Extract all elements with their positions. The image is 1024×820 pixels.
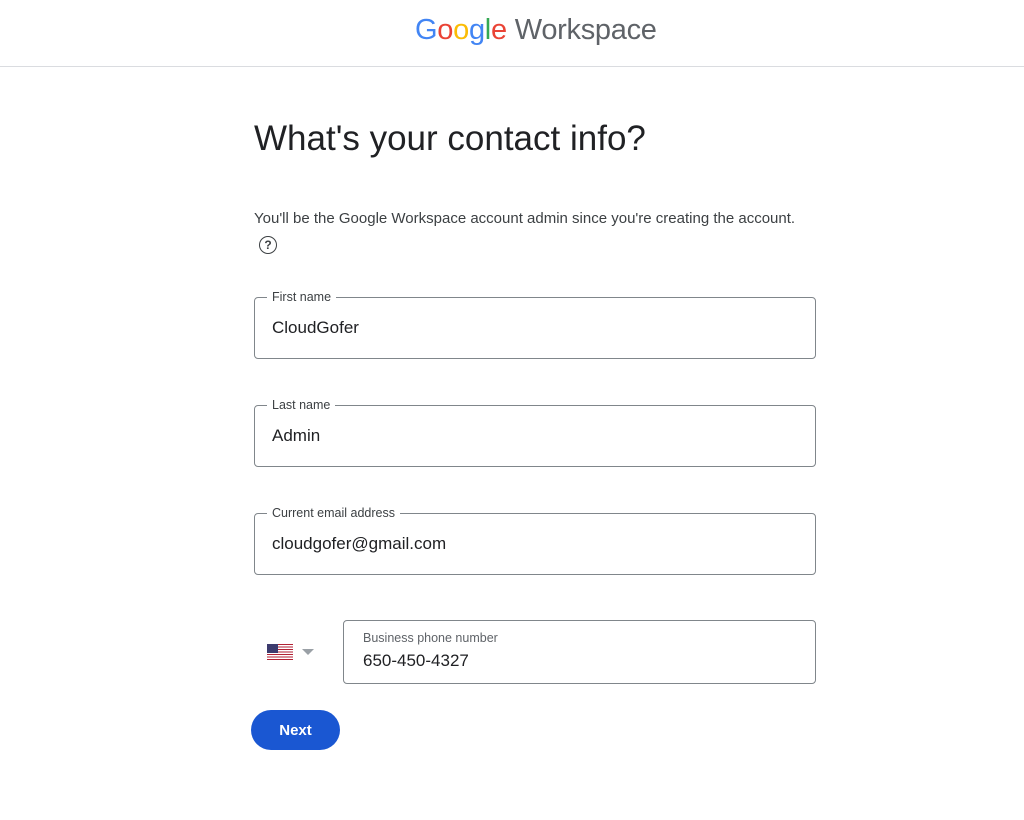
intro-text: You'll be the Google Workspace account a… <box>254 210 796 227</box>
email-input[interactable]: cloudgofer@gmail.com <box>272 533 446 555</box>
first-name-label: First name <box>267 289 337 305</box>
next-button[interactable]: Next <box>251 710 340 750</box>
us-flag-icon <box>267 644 293 660</box>
last-name-label: Last name <box>267 397 336 413</box>
logo-product-name: Workspace <box>514 14 657 46</box>
logo-letter: g <box>468 14 485 46</box>
first-name-field[interactable]: First name CloudGofer <box>254 289 816 359</box>
phone-field[interactable]: Business phone number 650-450-4327 <box>343 620 816 684</box>
last-name-input[interactable]: Admin <box>272 425 320 447</box>
email-label: Current email address <box>267 505 400 521</box>
country-code-selector[interactable] <box>264 638 324 666</box>
last-name-field[interactable]: Last name Admin <box>254 397 816 467</box>
phone-label: Business phone number <box>363 631 498 645</box>
email-field[interactable]: Current email address cloudgofer@gmail.c… <box>254 505 816 575</box>
logo-letter: G <box>415 14 438 46</box>
first-name-input[interactable]: CloudGofer <box>272 317 359 339</box>
chevron-down-icon <box>302 649 314 655</box>
logo-letter: o <box>437 14 454 46</box>
phone-input[interactable]: 650-450-4327 <box>363 650 469 672</box>
page-title: What's your contact info? <box>254 119 646 158</box>
logo-letter: e <box>490 14 507 46</box>
google-workspace-logo: Google Workspace <box>415 12 657 48</box>
top-bar: Google Workspace <box>0 0 1024 67</box>
intro-text-block: You'll be the Google Workspace account a… <box>254 207 814 254</box>
logo-letter: o <box>453 14 469 46</box>
question-circle-icon[interactable]: ? <box>259 236 277 254</box>
